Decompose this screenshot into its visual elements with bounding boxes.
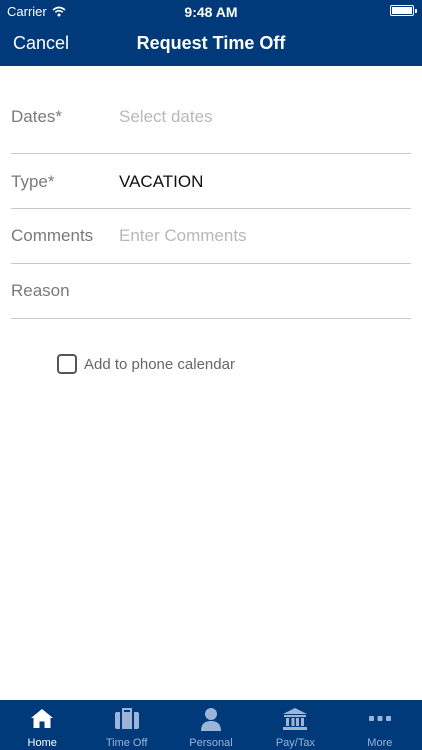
person-icon	[201, 708, 222, 731]
comments-field[interactable]: Comments Enter Comments	[11, 209, 411, 264]
tab-personal-label: Personal	[189, 737, 233, 749]
tab-more-label: More	[367, 737, 393, 749]
add-to-calendar-label: Add to phone calendar	[84, 355, 235, 373]
suitcase-icon	[114, 708, 139, 729]
tab-time-off[interactable]: Time Off	[84, 700, 168, 750]
type-field[interactable]: Type* VACATION	[11, 154, 411, 209]
type-label: Type*	[11, 172, 55, 191]
reason-label: Reason	[11, 281, 70, 300]
tab-time-off-label: Time Off	[105, 737, 148, 749]
tab-pay-tax[interactable]: Pay/Tax	[253, 700, 337, 750]
more-icon	[368, 716, 391, 721]
tab-more[interactable]: More	[338, 700, 422, 750]
reason-field[interactable]: Reason	[11, 264, 411, 319]
tab-home[interactable]: Home	[0, 700, 84, 750]
dates-field[interactable]: Dates* Select dates	[11, 66, 411, 154]
app-header: Carrier 9:48 AM Cancel Request Time Off	[0, 0, 422, 66]
dates-input[interactable]: Select dates	[119, 107, 213, 127]
add-to-calendar-checkbox[interactable]	[57, 354, 77, 374]
comments-label: Comments	[11, 226, 94, 245]
bank-icon	[283, 708, 308, 730]
type-value[interactable]: VACATION	[119, 172, 203, 192]
tab-home-label: Home	[27, 737, 57, 749]
add-to-calendar-option[interactable]: Add to phone calendar	[57, 354, 235, 374]
dates-label: Dates*	[11, 107, 63, 126]
time-off-form: Dates* Select dates Type* VACATION Comme…	[11, 66, 411, 319]
battery-icon	[390, 5, 417, 16]
status-time: 9:48 AM	[184, 4, 238, 20]
home-icon	[31, 709, 54, 728]
tab-pay-tax-label: Pay/Tax	[275, 737, 315, 749]
page-title: Request Time Off	[136, 33, 286, 53]
comments-input[interactable]: Enter Comments	[119, 226, 247, 246]
tab-personal[interactable]: Personal	[169, 700, 253, 750]
status-bar: Carrier 9:48 AM	[0, 0, 422, 22]
tab-bar: Home Time Off Personal Pay/Tax More	[0, 700, 422, 750]
